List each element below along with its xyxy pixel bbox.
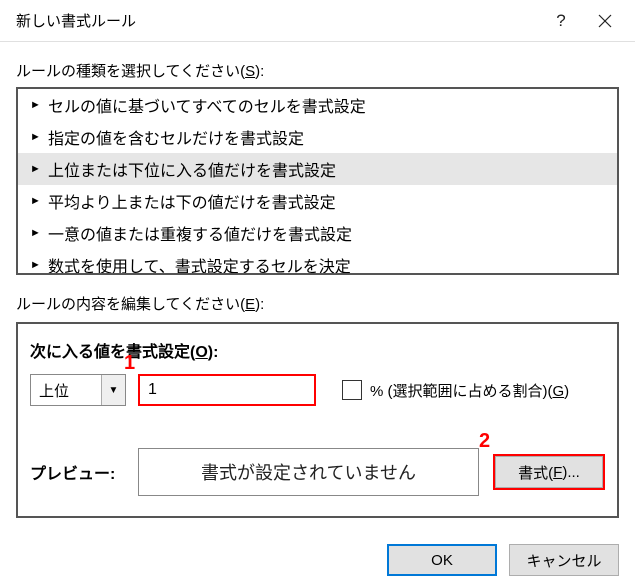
rule-item-unique-duplicate[interactable]: ►一意の値または重複する値だけを書式設定 <box>18 217 617 249</box>
bullet-icon: ► <box>30 163 42 175</box>
rule-item-all-cells[interactable]: ►セルの値に基づいてすべてのセルを書式設定 <box>18 89 617 121</box>
bullet-icon: ► <box>30 99 42 111</box>
rank-label: 次に入る値を書式設定(O): <box>30 338 605 362</box>
combo-value: 上位 <box>31 380 101 401</box>
window-title: 新しい書式ルール <box>16 10 539 31</box>
rank-value-input[interactable] <box>138 374 316 406</box>
rule-item-average[interactable]: ►平均より上または下の値だけを書式設定 <box>18 185 617 217</box>
format-button[interactable]: 書式(F)... <box>493 454 605 490</box>
bullet-icon: ► <box>30 195 42 207</box>
rule-item-top-bottom[interactable]: ►上位または下位に入る値だけを書式設定 <box>18 153 617 185</box>
close-button[interactable] <box>583 1 627 41</box>
percent-checkbox[interactable] <box>342 380 362 400</box>
ok-button[interactable]: OK <box>387 544 497 576</box>
rule-type-list[interactable]: ►セルの値に基づいてすべてのセルを書式設定 ►指定の値を含むセルだけを書式設定 … <box>16 87 619 275</box>
dialog-footer: OK キャンセル <box>0 530 635 576</box>
cancel-button[interactable]: キャンセル <box>509 544 619 576</box>
title-bar: 新しい書式ルール ? <box>0 0 635 42</box>
preview-label: プレビュー: <box>30 460 124 484</box>
bullet-icon: ► <box>30 131 42 143</box>
rule-edit-label: ルールの内容を編集してください(E): <box>16 293 619 314</box>
bullet-icon: ► <box>30 259 42 271</box>
bullet-icon: ► <box>30 227 42 239</box>
preview-box: 書式が設定されていません <box>138 448 479 496</box>
rule-item-formula[interactable]: ►数式を使用して、書式設定するセルを決定 <box>18 249 617 275</box>
rule-item-specific-value[interactable]: ►指定の値を含むセルだけを書式設定 <box>18 121 617 153</box>
percent-label: % (選択範囲に占める割合)(G) <box>370 380 569 401</box>
help-button[interactable]: ? <box>539 1 583 41</box>
rule-type-label: ルールの種類を選択してください(S): <box>16 60 619 81</box>
chevron-down-icon[interactable]: ▼ <box>101 375 125 405</box>
annotation-2: 2 <box>479 430 490 453</box>
rule-edit-panel: 次に入る値を書式設定(O): 上位 ▼ 1 % (選択範囲に占める割合)(G) … <box>16 322 619 518</box>
rank-direction-combo[interactable]: 上位 ▼ <box>30 374 126 406</box>
close-icon <box>598 14 612 28</box>
